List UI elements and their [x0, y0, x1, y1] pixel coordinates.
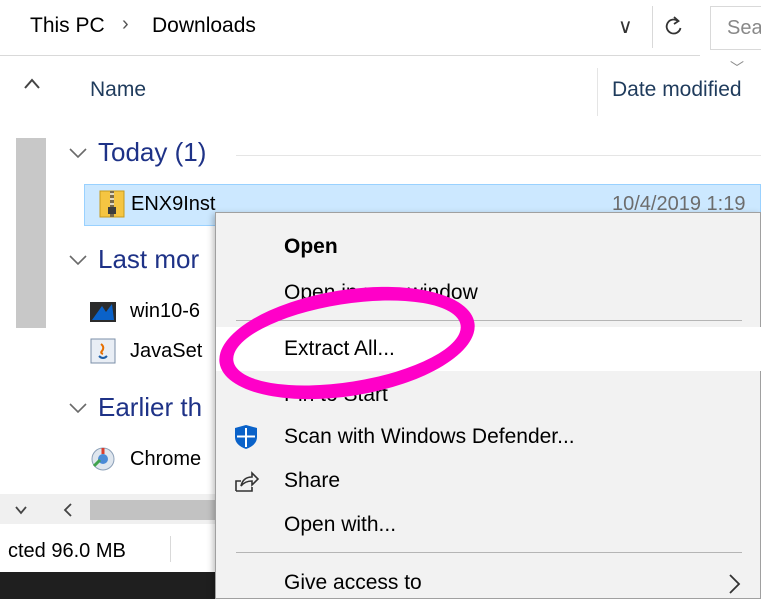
chevron-down-icon [69, 255, 87, 266]
file-name: JavaSet [130, 340, 203, 362]
menu-item-pin-to-start[interactable]: Pin to Start [216, 373, 761, 417]
horizontal-scroll-thumb[interactable] [90, 500, 215, 520]
navigation-pane-scrollbar[interactable] [0, 60, 58, 500]
file-name: win10-6 [130, 300, 201, 322]
menu-item-label: Share [284, 469, 341, 492]
scroll-up-arrow-icon[interactable] [22, 74, 42, 94]
context-menu: Open Open in new window Extract All... P… [215, 212, 761, 599]
status-divider [170, 536, 171, 562]
group-divider [236, 155, 761, 156]
breadcrumb-this-pc[interactable]: This PC [30, 14, 105, 38]
refresh-button[interactable] [652, 6, 694, 48]
file-row[interactable]: Chrome [88, 442, 215, 478]
breadcrumb-downloads[interactable]: Downloads [152, 14, 256, 38]
column-headers: Name ﹀ Date modified [60, 60, 760, 124]
menu-item-label: Extract All... [284, 337, 395, 360]
file-name: Chrome [130, 448, 202, 470]
menu-item-label: Open [284, 235, 338, 258]
navigation-scroll-thumb[interactable] [16, 138, 46, 328]
menu-item-label: Give access to [284, 571, 422, 594]
group-label: Last mor [98, 244, 200, 274]
menu-separator [236, 552, 742, 553]
column-header-name[interactable]: Name [90, 78, 146, 102]
search-box[interactable]: Sea [710, 6, 761, 50]
media-creation-tool-icon [90, 302, 116, 322]
menu-separator [236, 320, 742, 321]
menu-item-open-in-new-window[interactable]: Open in new window [216, 271, 761, 315]
search-placeholder: Sea [727, 17, 761, 39]
menu-item-share[interactable]: Share [216, 459, 761, 503]
sort-chevron-icon: ﹀ [730, 60, 744, 76]
share-icon [235, 471, 260, 492]
column-header-date-modified[interactable]: Date modified [612, 78, 742, 102]
menu-item-open-with[interactable]: Open with... [216, 503, 761, 547]
menu-item-label: Open in new window [284, 281, 478, 304]
file-row[interactable]: JavaSet [88, 334, 215, 370]
submenu-arrow-icon [729, 574, 741, 594]
windows-defender-icon [235, 425, 257, 449]
menu-item-label: Scan with Windows Defender... [284, 425, 575, 448]
status-bar: cted 96.0 MB [0, 528, 215, 568]
chevron-down-icon [69, 148, 87, 159]
group-header-earlier-this-year[interactable]: Earlier th [68, 390, 215, 430]
address-bar: This PC › Downloads ∨ [0, 0, 700, 56]
breadcrumb-separator[interactable]: › [122, 13, 129, 36]
chrome-installer-icon [91, 447, 115, 471]
menu-item-open[interactable]: Open [216, 225, 761, 269]
menu-item-extract-all[interactable]: Extract All... [216, 327, 761, 371]
column-divider[interactable] [597, 68, 598, 116]
group-label: Today (1) [98, 137, 207, 167]
group-header-today[interactable]: Today (1) [68, 135, 761, 175]
status-selection-size: cted 96.0 MB [8, 540, 126, 562]
refresh-icon [665, 16, 681, 35]
menu-item-scan-with-defender[interactable]: Scan with Windows Defender... [216, 415, 761, 459]
zip-folder-icon [99, 190, 125, 218]
scroll-down-arrow-icon[interactable] [14, 504, 28, 516]
menu-item-give-access-to[interactable]: Give access to [216, 561, 761, 599]
chevron-down-icon [69, 403, 87, 414]
scroll-left-arrow-icon[interactable] [62, 502, 74, 518]
file-name: ENX9Inst [131, 193, 216, 215]
menu-item-label: Pin to Start [284, 383, 388, 406]
java-setup-icon [90, 338, 116, 364]
address-history-dropdown[interactable]: ∨ [618, 14, 633, 39]
menu-item-label: Open with... [284, 513, 397, 536]
group-header-last-month[interactable]: Last mor [68, 242, 218, 282]
taskbar [0, 572, 215, 599]
group-label: Earlier th [98, 392, 203, 422]
file-row[interactable]: win10-6 [88, 294, 215, 330]
horizontal-scrollbar[interactable] [0, 494, 215, 524]
